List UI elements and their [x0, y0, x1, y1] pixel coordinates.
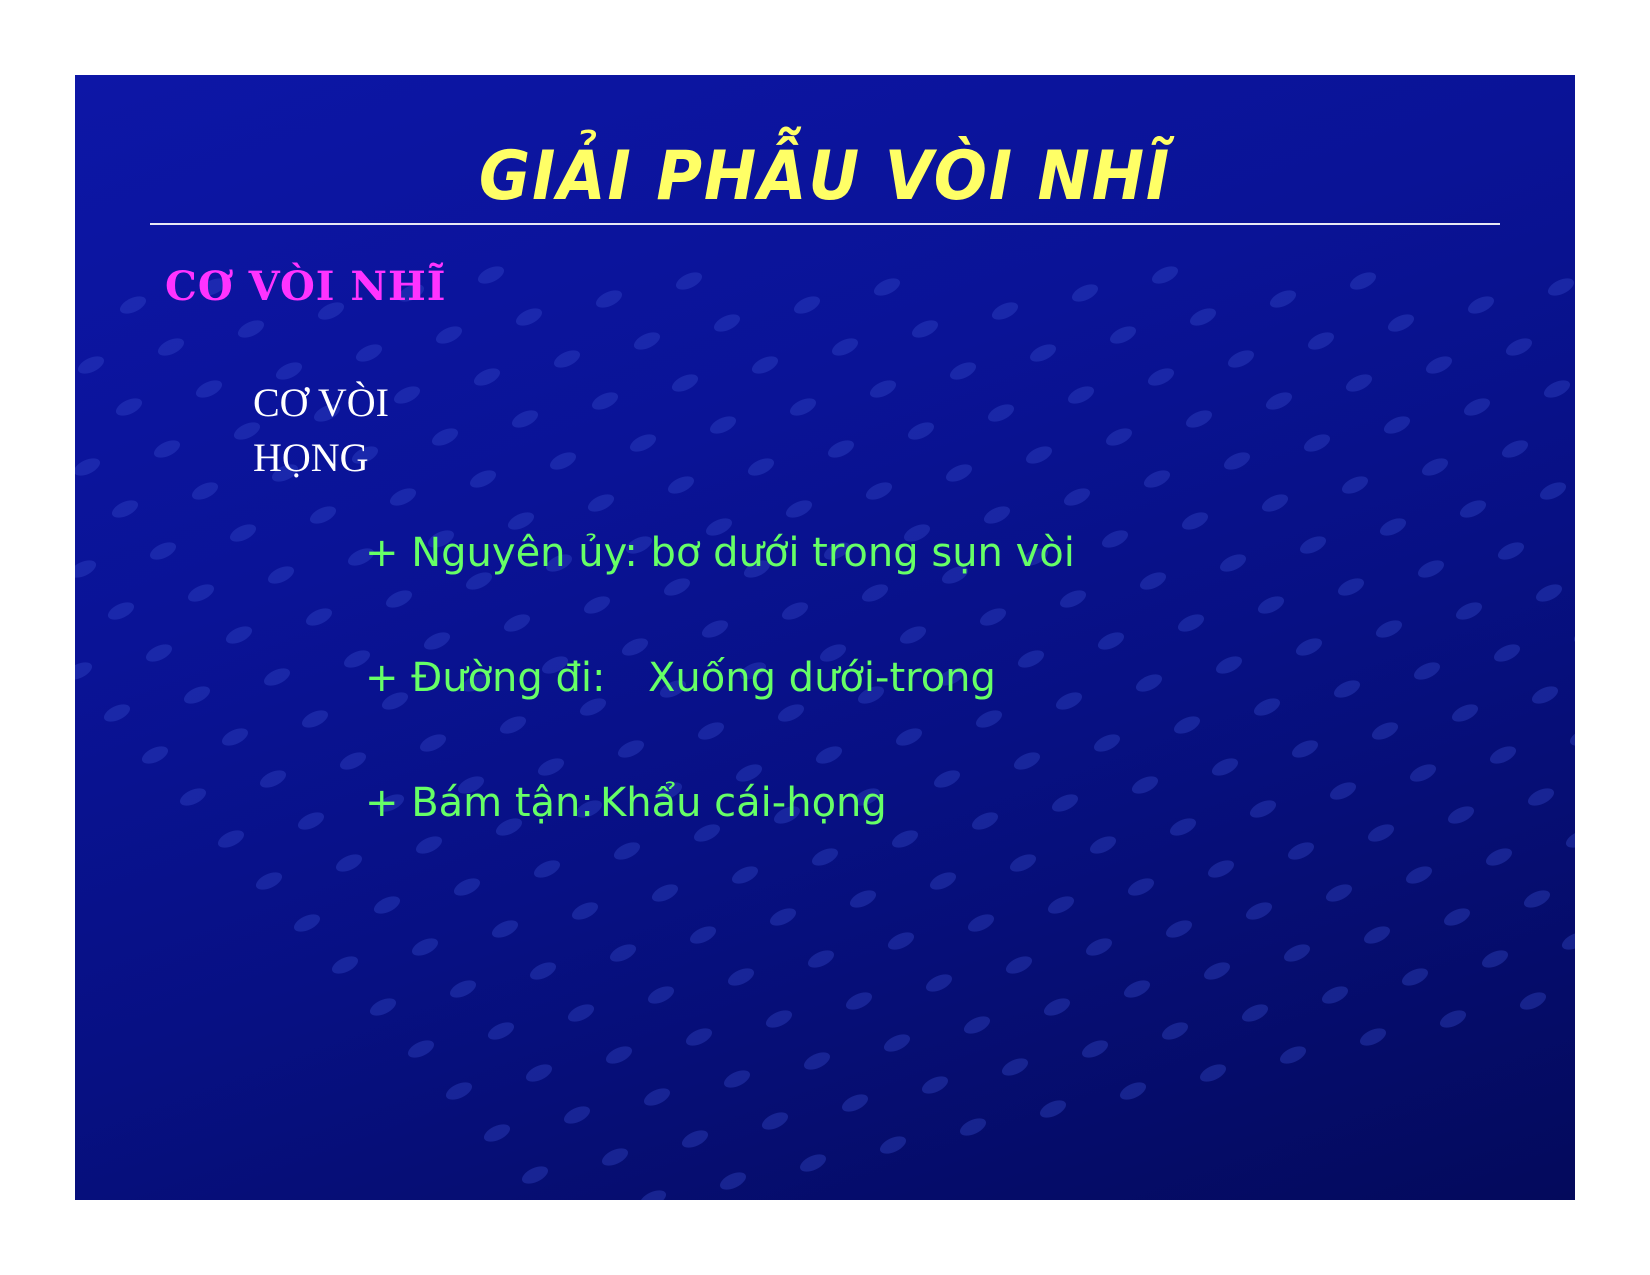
detail-insertion-value: Khẩu cái-họng [600, 780, 887, 826]
detail-origin: + Nguyên ủy: bơ dưới trong sụn vòi [365, 530, 1075, 576]
muscle-name: CƠ VÒI HỌNG [253, 375, 389, 485]
detail-course-label: + Đường đi: [365, 655, 606, 701]
slide-title: GIẢI PHẪU VÒI NHĨ [478, 137, 1172, 216]
background-dot-pattern [75, 266, 1575, 1200]
detail-origin-label: + Nguyên ủy: bơ dưới trong sụn vòi [365, 530, 1075, 576]
detail-insertion-label: + Bám tận: [365, 780, 594, 826]
page: GIẢI PHẪU VÒI NHĨ CƠ VÒI NHĨ CƠ VÒI HỌNG… [0, 0, 1650, 1275]
muscle-name-line-1: CƠ VÒI [253, 380, 389, 425]
detail-course: + Đường đi: Xuống dưới-trong [365, 655, 996, 701]
detail-insertion: + Bám tận: Khẩu cái-họng [365, 780, 887, 826]
section-heading: CƠ VÒI NHĨ [165, 263, 447, 310]
muscle-name-line-2: HỌNG [253, 435, 369, 480]
detail-course-value: Xuống dưới-trong [648, 655, 996, 701]
title-divider [150, 223, 1500, 225]
slide: GIẢI PHẪU VÒI NHĨ CƠ VÒI NHĨ CƠ VÒI HỌNG… [75, 75, 1575, 1200]
